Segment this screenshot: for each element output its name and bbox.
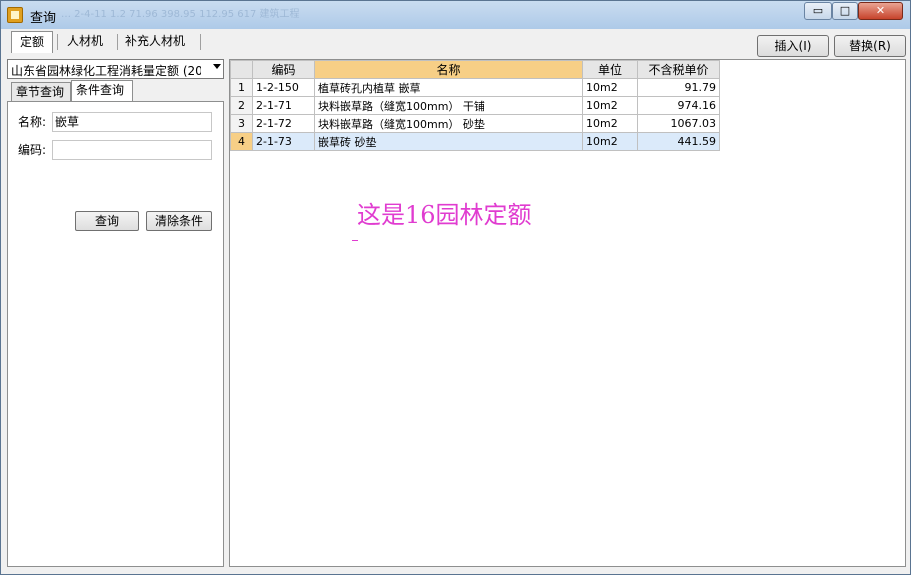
name-label: 名称: bbox=[18, 115, 47, 129]
minimize-button[interactable]: ▭ bbox=[804, 2, 832, 20]
blurred-background-text: … 2-4-11 1.2 71.96 398.95 112.95 617 建筑工… bbox=[61, 9, 300, 19]
annotation-text: 这是16园林定额 bbox=[357, 201, 532, 229]
row-price: 1067.03 bbox=[637, 114, 720, 133]
row-number: 2 bbox=[230, 96, 253, 115]
code-input[interactable] bbox=[52, 140, 212, 160]
tab-divider bbox=[200, 34, 201, 50]
minimize-icon: ▭ bbox=[812, 4, 824, 17]
results-table: 编码 名称 单位 不含税单价 1 1-2-150 植草砖孔内植草 嵌草 10m2… bbox=[230, 60, 720, 151]
row-name: 嵌草砖 砂垫 bbox=[314, 132, 583, 151]
tab-quota[interactable]: 定额 bbox=[11, 31, 53, 53]
replace-button[interactable]: 替换(R) bbox=[834, 35, 906, 57]
table-row[interactable]: 1 1-2-150 植草砖孔内植草 嵌草 10m2 91.79 bbox=[230, 78, 720, 97]
row-code: 2-1-72 bbox=[252, 114, 315, 133]
tab-supplementary-materials[interactable]: 补充人材机 bbox=[117, 31, 199, 53]
close-button[interactable]: ✕ bbox=[858, 2, 903, 20]
price-column-header[interactable]: 不含税单价 bbox=[637, 60, 720, 79]
row-unit: 10m2 bbox=[582, 114, 638, 133]
table-row[interactable]: 3 2-1-72 块料嵌草路（缝宽100mm） 砂垫 10m2 1067.03 bbox=[230, 114, 720, 133]
results-grid-panel: 编码 名称 单位 不含税单价 1 1-2-150 植草砖孔内植草 嵌草 10m2… bbox=[229, 59, 906, 567]
row-code: 2-1-71 bbox=[252, 96, 315, 115]
row-code: 2-1-73 bbox=[252, 132, 315, 151]
row-number: 3 bbox=[230, 114, 253, 133]
quota-library-value: 山东省园林绿化工程消耗量定额 (201 bbox=[11, 64, 201, 78]
close-icon: ✕ bbox=[875, 4, 886, 17]
row-number: 4 bbox=[230, 132, 253, 151]
clear-conditions-button[interactable]: 清除条件 bbox=[146, 211, 212, 231]
name-column-header[interactable]: 名称 bbox=[314, 60, 583, 79]
tab-labor-material-machine[interactable]: 人材机 bbox=[59, 31, 115, 53]
window-title: 查询 bbox=[30, 11, 57, 26]
condition-query-form: 名称: 嵌草 编码: 查询 清除条件 bbox=[7, 101, 224, 567]
maximize-icon: □ bbox=[839, 4, 851, 17]
insert-button[interactable]: 插入(I) bbox=[757, 35, 829, 57]
row-price: 441.59 bbox=[637, 132, 720, 151]
search-panel: 山东省园林绿化工程消耗量定额 (201 章节查询 条件查询 名称: 嵌草 编码:… bbox=[7, 57, 224, 567]
table-row-selected[interactable]: 4 2-1-73 嵌草砖 砂垫 10m2 441.59 bbox=[230, 132, 720, 151]
tab-chapter-query[interactable]: 章节查询 bbox=[11, 82, 71, 102]
app-icon bbox=[7, 7, 23, 23]
row-price: 91.79 bbox=[637, 78, 720, 97]
row-price: 974.16 bbox=[637, 96, 720, 115]
row-unit: 10m2 bbox=[582, 96, 638, 115]
query-window: 查询 … 2-4-11 1.2 71.96 398.95 112.95 617 … bbox=[0, 0, 911, 575]
tab-condition-query[interactable]: 条件查询 bbox=[71, 80, 133, 102]
row-number-header[interactable] bbox=[230, 60, 253, 79]
row-number: 1 bbox=[230, 78, 253, 97]
row-name: 块料嵌草路（缝宽100mm） 干铺 bbox=[314, 96, 583, 115]
code-column-header[interactable]: 编码 bbox=[252, 60, 315, 79]
row-name: 植草砖孔内植草 嵌草 bbox=[314, 78, 583, 97]
table-header-row: 编码 名称 单位 不含税单价 bbox=[230, 60, 720, 79]
tab-divider bbox=[57, 34, 58, 50]
table-row[interactable]: 2 2-1-71 块料嵌草路（缝宽100mm） 干铺 10m2 974.16 bbox=[230, 96, 720, 115]
quota-library-select[interactable]: 山东省园林绿化工程消耗量定额 (201 bbox=[7, 59, 224, 79]
row-code: 1-2-150 bbox=[252, 78, 315, 97]
maximize-button[interactable]: □ bbox=[832, 2, 858, 20]
name-input[interactable]: 嵌草 bbox=[52, 112, 212, 132]
title-bar[interactable]: 查询 … 2-4-11 1.2 71.96 398.95 112.95 617 … bbox=[1, 1, 910, 29]
row-unit: 10m2 bbox=[582, 132, 638, 151]
code-label: 编码: bbox=[18, 143, 47, 157]
chevron-down-icon[interactable] bbox=[213, 64, 221, 69]
unit-column-header[interactable]: 单位 bbox=[582, 60, 638, 79]
search-button[interactable]: 查询 bbox=[75, 211, 139, 231]
row-unit: 10m2 bbox=[582, 78, 638, 97]
annotation-cursor-mark bbox=[352, 240, 358, 241]
row-name: 块料嵌草路（缝宽100mm） 砂垫 bbox=[314, 114, 583, 133]
